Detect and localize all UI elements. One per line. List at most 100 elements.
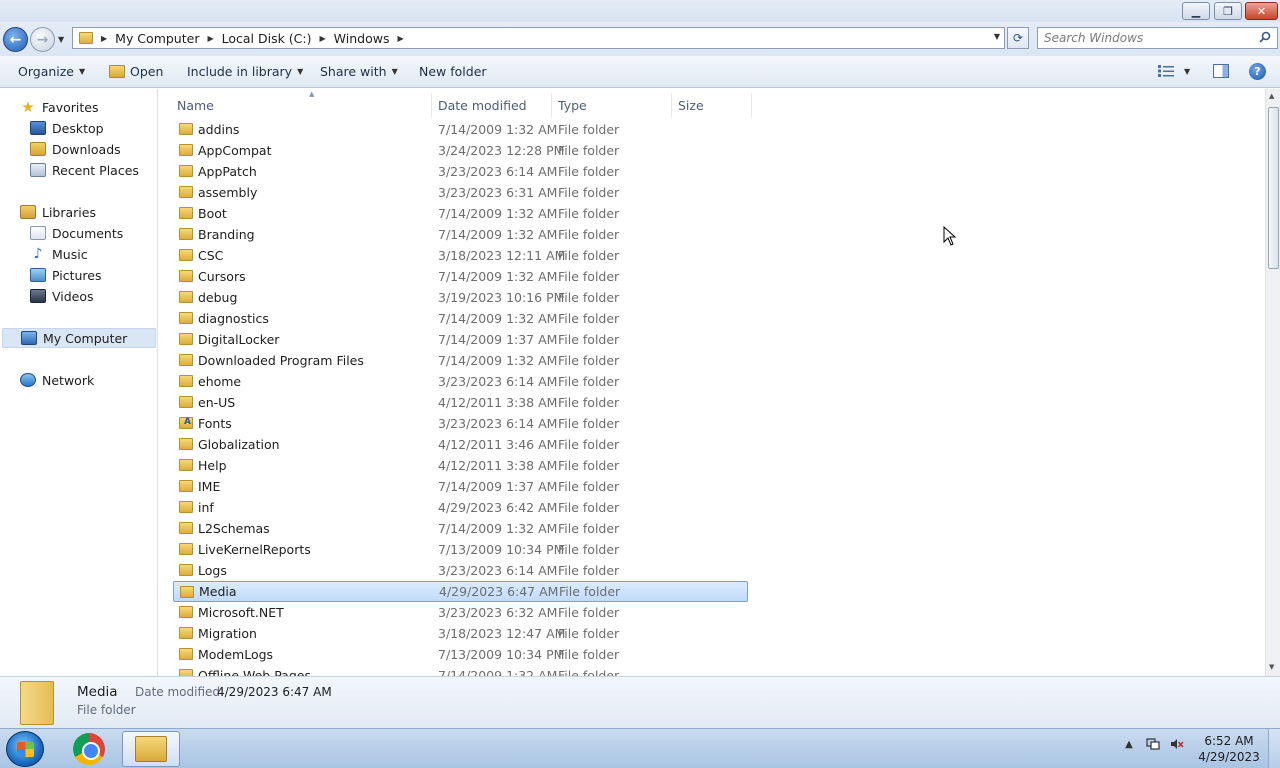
organize-button[interactable]: Organize ▼ bbox=[18, 64, 85, 79]
nav-pictures[interactable]: Pictures bbox=[30, 265, 102, 285]
file-row[interactable]: ModemLogs 7/13/2009 10:34 PM File folder bbox=[173, 644, 748, 665]
new-folder-label: New folder bbox=[419, 64, 487, 79]
file-row[interactable]: Help 4/12/2011 3:38 AM File folder bbox=[173, 455, 748, 476]
file-row[interactable]: Fonts 3/23/2023 6:14 AMFile folder bbox=[173, 413, 748, 434]
include-in-library-button[interactable]: Include in library ▼ bbox=[187, 64, 303, 79]
file-row[interactable]: addins 7/14/2009 1:32 AM File folder bbox=[173, 119, 748, 140]
scroll-up-icon[interactable]: ▲ bbox=[1269, 92, 1274, 100]
refresh-button[interactable]: ⟳ bbox=[1007, 27, 1029, 49]
show-desktop-button[interactable] bbox=[1268, 729, 1280, 768]
close-button[interactable]: ✕ bbox=[1245, 2, 1278, 20]
back-button[interactable]: ← bbox=[3, 27, 28, 52]
volume-muted-icon[interactable] bbox=[1170, 737, 1184, 751]
scrollbar-thumb[interactable] bbox=[1268, 107, 1279, 269]
address-history-dropdown[interactable]: ▼ bbox=[994, 32, 1000, 41]
nav-downloads[interactable]: Downloads bbox=[30, 139, 121, 159]
file-type: File folder bbox=[558, 563, 620, 578]
file-row[interactable]: ehome 3/23/2023 6:14 AM File folder bbox=[173, 371, 748, 392]
file-row[interactable]: Microsoft.NET 3/23/2023 6:32 AM File folde… bbox=[173, 602, 748, 623]
file-row[interactable]: Downloaded Program Files 7/14/2009 1:32 A… bbox=[173, 350, 748, 371]
details-date-label: Date modified: bbox=[135, 685, 225, 699]
file-date-modified: 7/13/2009 10:34 PM bbox=[438, 647, 565, 662]
folder-icon bbox=[179, 501, 193, 513]
column-header-type[interactable]: Type bbox=[552, 93, 672, 117]
breadcrumb-local-disk[interactable]: Local Disk (C:) bbox=[222, 31, 312, 46]
show-hidden-icons-icon[interactable]: ▲ bbox=[1122, 737, 1136, 751]
file-row[interactable]: Globalization 4/12/2011 3:46 AM File folde… bbox=[173, 434, 748, 455]
nav-network[interactable]: Network bbox=[20, 370, 94, 390]
clock[interactable]: 6:52 AM 4/29/2023 bbox=[1196, 733, 1262, 765]
nav-desktop[interactable]: Desktop bbox=[30, 118, 104, 138]
file-row[interactable]: AppCompat 3/24/2023 12:28 PM File folder bbox=[173, 140, 748, 161]
file-row[interactable]: IME 7/14/2009 1:37 AM File folder bbox=[173, 476, 748, 497]
file-row[interactable]: assembly 3/23/2023 6:31 AM File folder bbox=[173, 182, 748, 203]
breadcrumb-separator-icon[interactable]: ▶ bbox=[397, 34, 403, 43]
open-button[interactable]: Open bbox=[109, 64, 163, 79]
file-row[interactable]: LiveKernelReports 7/13/2009 10:34 PM File … bbox=[173, 539, 748, 560]
breadcrumb-separator-icon[interactable]: ▶ bbox=[101, 34, 107, 43]
file-row[interactable]: debug 3/19/2023 10:16 PM File folder bbox=[173, 287, 748, 308]
file-name: ModemLogs bbox=[198, 647, 274, 662]
file-row[interactable]: L2Schemas 7/14/2009 1:32 AM File folder bbox=[173, 518, 748, 539]
folder-icon bbox=[179, 375, 193, 387]
details-date-value: 4/29/2023 6:47 AM bbox=[217, 685, 332, 699]
preview-pane-button[interactable] bbox=[1213, 64, 1229, 78]
scroll-down-icon[interactable]: ▼ bbox=[1269, 663, 1274, 671]
taskbar-explorer[interactable] bbox=[122, 731, 180, 767]
share-with-button[interactable]: Share with ▼ bbox=[320, 64, 398, 79]
file-row[interactable]: Offline Web Pages 7/14/2009 1:32 AM File f… bbox=[173, 665, 748, 676]
minimize-button[interactable]: ▁ bbox=[1182, 2, 1210, 20]
recent-pages-dropdown[interactable]: ▼ bbox=[58, 35, 64, 44]
nav-favorites[interactable]: ★ Favorites bbox=[20, 97, 98, 117]
file-row[interactable]: Boot 7/14/2009 1:32 AM File folder bbox=[173, 203, 748, 224]
maximize-button[interactable]: ❐ bbox=[1214, 2, 1242, 20]
share-with-label: Share with bbox=[320, 64, 387, 79]
new-folder-button[interactable]: New folder bbox=[419, 64, 487, 79]
breadcrumb-windows[interactable]: Windows bbox=[334, 31, 390, 46]
nav-my-computer[interactable]: My Computer bbox=[2, 328, 156, 348]
breadcrumb-separator-icon[interactable]: ▶ bbox=[320, 34, 326, 43]
file-row[interactable]: Media 4/29/2023 6:47 AM File folder bbox=[173, 581, 748, 602]
file-row[interactable]: en-US 4/12/2011 3:38 AM File folder bbox=[173, 392, 748, 413]
folder-icon bbox=[179, 165, 193, 177]
vertical-scrollbar[interactable]: ▲ ▼ bbox=[1265, 89, 1280, 676]
start-button[interactable] bbox=[6, 731, 44, 767]
breadcrumb-separator-icon[interactable]: ▶ bbox=[207, 34, 213, 43]
nav-recent-places[interactable]: Recent Places bbox=[30, 160, 139, 180]
file-row[interactable]: CSC 3/18/2023 12:11 AM File folder bbox=[173, 245, 748, 266]
column-header-date-modified[interactable]: Date modified bbox=[432, 93, 552, 117]
column-header-size[interactable]: Size bbox=[672, 93, 752, 117]
search-icon[interactable] bbox=[1259, 31, 1271, 43]
file-type: File folder bbox=[558, 332, 620, 347]
breadcrumb-my-computer[interactable]: My Computer bbox=[115, 31, 199, 46]
nav-documents[interactable]: Documents bbox=[30, 223, 123, 243]
address-bar[interactable]: ▶ My Computer ▶ Local Disk (C:) ▶ Window… bbox=[72, 27, 1005, 49]
column-header-name[interactable]: ▲ Name bbox=[171, 90, 432, 117]
chevron-down-icon[interactable]: ▼ bbox=[1184, 67, 1190, 76]
taskbar-chrome[interactable] bbox=[60, 731, 118, 767]
file-row[interactable]: Cursors 7/14/2009 1:32 AM File folder bbox=[173, 266, 748, 287]
nav-libraries[interactable]: Libraries bbox=[20, 202, 96, 222]
nav-videos[interactable]: Videos bbox=[30, 286, 94, 306]
file-type: File folder bbox=[558, 290, 620, 305]
file-row[interactable]: diagnostics 7/14/2009 1:32 AM File folder bbox=[173, 308, 748, 329]
file-row[interactable]: DigitalLocker 7/14/2009 1:37 AM File folde… bbox=[173, 329, 748, 350]
network-status-icon[interactable] bbox=[1146, 737, 1160, 751]
file-row[interactable]: Migration 3/18/2023 12:47 AM File folder bbox=[173, 623, 748, 644]
file-row[interactable]: AppPatch 3/23/2023 6:14 AM File folder bbox=[173, 161, 748, 182]
forward-button[interactable]: → bbox=[30, 27, 55, 52]
file-row[interactable]: Branding 7/14/2009 1:32 AM File folder bbox=[173, 224, 748, 245]
include-in-library-label: Include in library bbox=[187, 64, 293, 79]
forward-arrow-icon: → bbox=[36, 31, 49, 48]
help-button[interactable]: ? bbox=[1249, 63, 1266, 80]
search-box[interactable] bbox=[1037, 27, 1278, 49]
change-view-button[interactable]: ▼ bbox=[1158, 65, 1190, 77]
file-row[interactable]: inf 4/29/2023 6:42 AM File folder bbox=[173, 497, 748, 518]
search-input[interactable] bbox=[1044, 30, 1254, 46]
file-date-modified: 4/29/2023 6:42 AM bbox=[438, 500, 558, 515]
file-name: inf bbox=[198, 500, 214, 515]
file-date-modified: 3/23/2023 6:14 AM bbox=[438, 374, 558, 389]
file-type: File folder bbox=[558, 605, 620, 620]
nav-music[interactable]: ♪ Music bbox=[30, 244, 88, 264]
file-row[interactable]: Logs 3/23/2023 6:14 AM File folder bbox=[173, 560, 748, 581]
